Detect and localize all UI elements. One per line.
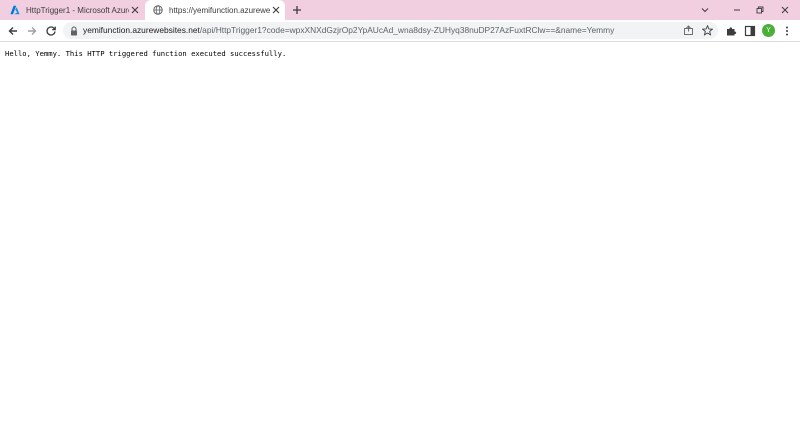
tab-strip: HttpTrigger1 - Microsoft Azure https://y… xyxy=(0,0,800,20)
share-icon[interactable] xyxy=(682,24,695,37)
close-tab-icon[interactable] xyxy=(129,4,141,16)
browser-toolbar: yemifunction.azurewebsites.net/api/HttpT… xyxy=(0,20,800,42)
url-host: yemifunction.azurewebsites.net xyxy=(83,25,200,35)
reload-icon[interactable] xyxy=(44,24,58,38)
tab-azure[interactable]: HttpTrigger1 - Microsoft Azure xyxy=(0,0,144,20)
kebab-menu-icon[interactable] xyxy=(780,24,794,38)
forward-arrow-icon[interactable] xyxy=(25,24,39,38)
url-text[interactable]: yemifunction.azurewebsites.net/api/HttpT… xyxy=(83,22,614,39)
url-path: /api/HttpTrigger1?code=wpxXNXdGzjrOp2YpA… xyxy=(199,25,615,35)
back-arrow-icon[interactable] xyxy=(6,24,20,38)
extensions-puzzle-icon[interactable] xyxy=(724,24,738,38)
minimize-icon[interactable] xyxy=(730,3,744,17)
profile-avatar[interactable]: Y xyxy=(762,24,775,37)
address-bar[interactable]: yemifunction.azurewebsites.net/api/HttpT… xyxy=(63,22,718,39)
side-panel-icon[interactable] xyxy=(743,24,757,38)
restore-icon[interactable] xyxy=(753,3,767,17)
lock-icon[interactable] xyxy=(69,25,79,36)
close-window-icon[interactable] xyxy=(778,3,792,17)
response-text: Hello, Yemmy. This HTTP triggered functi… xyxy=(5,49,287,58)
bookmark-star-icon[interactable] xyxy=(701,24,714,37)
page-content: Hello, Yemmy. This HTTP triggered functi… xyxy=(0,43,800,426)
close-tab-icon[interactable] xyxy=(270,4,282,16)
azure-logo-icon xyxy=(10,5,20,15)
globe-icon xyxy=(153,5,163,15)
new-tab-icon[interactable] xyxy=(291,4,303,16)
tab-search-chevron-icon[interactable] xyxy=(698,3,712,17)
tab-title: HttpTrigger1 - Microsoft Azure xyxy=(26,5,129,15)
tab-title: https://yemifunction.azurewebsites.net/ xyxy=(169,5,270,15)
tab-function[interactable]: https://yemifunction.azurewebsites.net/ xyxy=(145,0,285,20)
